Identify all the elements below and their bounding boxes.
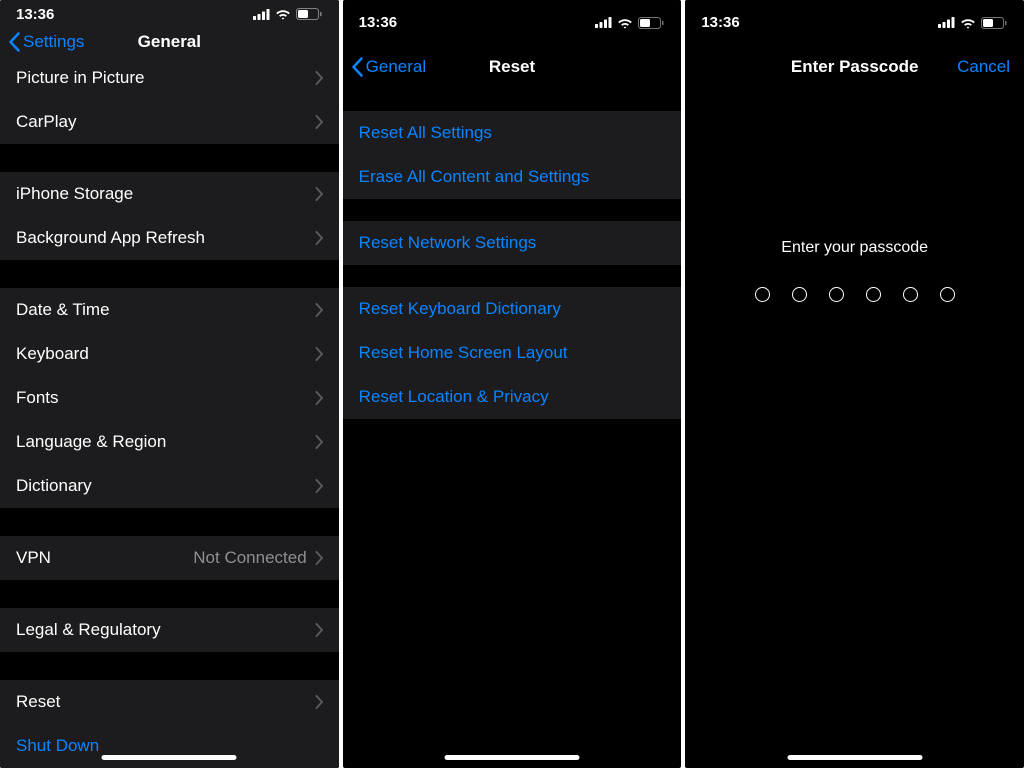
row-reset[interactable]: Reset (0, 680, 339, 724)
passcode-dot (829, 287, 844, 302)
battery-icon (981, 17, 1008, 29)
passcode-dots[interactable] (755, 287, 955, 302)
chevron-right-icon (315, 347, 323, 361)
passcode-area: Enter your passcode (685, 89, 1024, 768)
row-label: VPN (16, 548, 51, 568)
chevron-right-icon (315, 623, 323, 637)
back-button[interactable]: General (351, 57, 426, 77)
chevron-right-icon (315, 71, 323, 85)
status-bar: 13:36 (685, 0, 1024, 45)
back-label: General (366, 57, 426, 77)
battery-icon (296, 8, 323, 20)
screen-passcode: 13:36 Enter Passcode Cancel Enter your p… (685, 0, 1024, 768)
row-background-app-refresh[interactable]: Background App Refresh (0, 216, 339, 260)
row-label: Reset Location & Privacy (359, 387, 549, 407)
row-iphone-storage[interactable]: iPhone Storage (0, 172, 339, 216)
passcode-dot (866, 287, 881, 302)
row-label: Erase All Content and Settings (359, 167, 590, 187)
chevron-left-icon (351, 57, 363, 77)
row-shut-down[interactable]: Shut Down (0, 724, 339, 768)
row-label: Reset Home Screen Layout (359, 343, 568, 363)
row-label: Reset (16, 692, 60, 712)
wifi-icon (617, 17, 633, 29)
status-bar: 13:36 (0, 0, 339, 28)
row-label: Reset Network Settings (359, 233, 537, 253)
cellular-icon (253, 9, 270, 20)
chevron-right-icon (315, 551, 323, 565)
back-label: Settings (23, 32, 84, 52)
row-reset-keyboard-dictionary[interactable]: Reset Keyboard Dictionary (343, 287, 682, 331)
nav-bar: Enter Passcode Cancel (685, 45, 1024, 89)
passcode-dot (755, 287, 770, 302)
chevron-right-icon (315, 115, 323, 129)
chevron-right-icon (315, 391, 323, 405)
row-fonts[interactable]: Fonts (0, 376, 339, 420)
row-label: Date & Time (16, 300, 110, 320)
row-picture-in-picture[interactable]: Picture in Picture (0, 56, 339, 100)
row-label: Keyboard (16, 344, 89, 364)
status-time: 13:36 (16, 6, 54, 23)
status-time: 13:36 (701, 14, 739, 31)
screen-general: 13:36 Settings General Picture in Pictur… (0, 0, 339, 768)
back-button[interactable]: Settings (8, 32, 84, 52)
row-legal-regulatory[interactable]: Legal & Regulatory (0, 608, 339, 652)
cellular-icon (938, 17, 955, 28)
row-erase-all-content[interactable]: Erase All Content and Settings (343, 155, 682, 199)
passcode-prompt: Enter your passcode (781, 239, 928, 257)
row-label: Shut Down (16, 736, 99, 756)
nav-bar: Settings General (0, 28, 339, 56)
passcode-dot (940, 287, 955, 302)
cancel-button[interactable]: Cancel (957, 57, 1010, 77)
nav-bar: General Reset (343, 45, 682, 89)
status-right (253, 8, 323, 20)
cellular-icon (595, 17, 612, 28)
status-time: 13:36 (359, 14, 397, 31)
row-reset-location-privacy[interactable]: Reset Location & Privacy (343, 375, 682, 419)
screen-reset: 13:36 General Reset Reset All Settings (343, 0, 682, 768)
chevron-right-icon (315, 187, 323, 201)
passcode-dot (903, 287, 918, 302)
wifi-icon (960, 17, 976, 29)
row-language-region[interactable]: Language & Region (0, 420, 339, 464)
row-label: Legal & Regulatory (16, 620, 161, 640)
row-label: Reset Keyboard Dictionary (359, 299, 561, 319)
row-label: Background App Refresh (16, 228, 205, 248)
home-indicator[interactable] (787, 755, 922, 760)
row-label: CarPlay (16, 112, 76, 132)
passcode-dot (792, 287, 807, 302)
row-dictionary[interactable]: Dictionary (0, 464, 339, 508)
row-date-time[interactable]: Date & Time (0, 288, 339, 332)
chevron-right-icon (315, 695, 323, 709)
battery-icon (638, 17, 665, 29)
wifi-icon (275, 8, 291, 20)
row-reset-home-screen-layout[interactable]: Reset Home Screen Layout (343, 331, 682, 375)
row-label: Picture in Picture (16, 68, 145, 88)
row-label: Dictionary (16, 476, 92, 496)
row-label: Fonts (16, 388, 59, 408)
row-label: iPhone Storage (16, 184, 133, 204)
row-vpn[interactable]: VPN Not Connected (0, 536, 339, 580)
status-bar: 13:36 (343, 0, 682, 45)
chevron-right-icon (315, 435, 323, 449)
row-detail: Not Connected (193, 548, 306, 568)
chevron-left-icon (8, 32, 20, 52)
row-label: Language & Region (16, 432, 166, 452)
row-label: Reset All Settings (359, 123, 492, 143)
row-reset-network-settings[interactable]: Reset Network Settings (343, 221, 682, 265)
chevron-right-icon (315, 303, 323, 317)
reset-list: Reset All Settings Erase All Content and… (343, 89, 682, 419)
status-right (938, 17, 1008, 29)
row-reset-all-settings[interactable]: Reset All Settings (343, 111, 682, 155)
row-keyboard[interactable]: Keyboard (0, 332, 339, 376)
chevron-right-icon (315, 231, 323, 245)
status-right (595, 17, 665, 29)
home-indicator[interactable] (445, 755, 580, 760)
row-carplay[interactable]: CarPlay (0, 100, 339, 144)
settings-list: Picture in Picture CarPlay iPhone Storag… (0, 56, 339, 768)
chevron-right-icon (315, 479, 323, 493)
home-indicator[interactable] (102, 755, 237, 760)
